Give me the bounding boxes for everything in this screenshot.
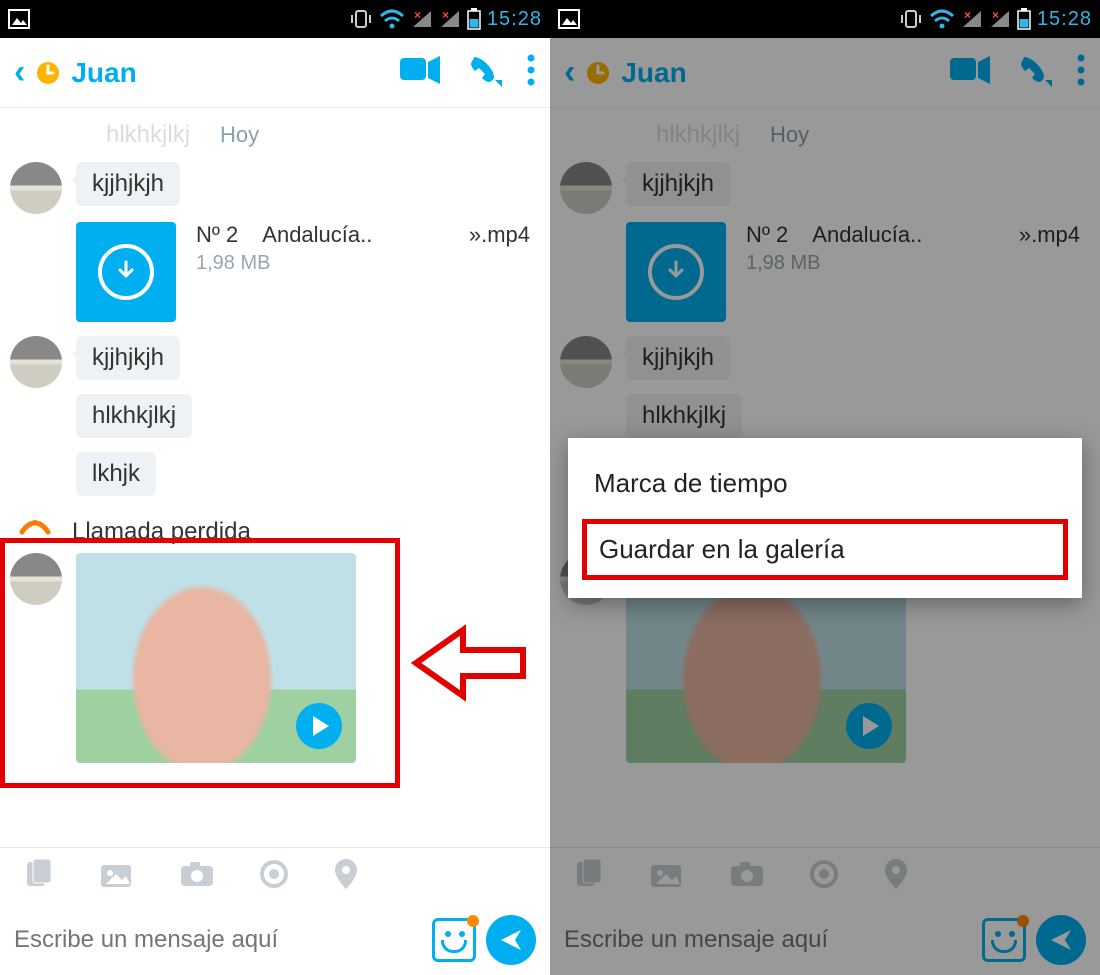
back-button[interactable]: ‹ [14,53,25,92]
voice-call-button[interactable] [468,53,502,92]
avatar[interactable] [10,336,62,388]
android-statusbar: × × 15:28 [0,0,550,38]
attach-camera-icon[interactable] [180,861,214,892]
missed-call-label: Llamada perdida [72,518,251,546]
download-button[interactable] [76,222,176,322]
message-bubble[interactable]: kjjhjkjh [76,336,180,380]
presence-away-icon [585,60,611,86]
message-bubble[interactable]: hlkhkjlkj [76,394,192,438]
wifi-icon [929,9,955,29]
attachment-bar [0,847,550,905]
video-message-thumb[interactable] [76,553,356,763]
vibrate-icon [899,8,923,30]
message-bubble[interactable]: kjjhjkjh [626,162,730,206]
play-icon[interactable] [846,703,892,749]
status-clock: 15:28 [487,8,542,31]
attach-gallery-icon[interactable] [650,860,684,893]
ghost-old-message: hlkhkjlkj [106,121,190,149]
message-input[interactable] [14,926,422,954]
avatar[interactable] [10,162,62,214]
attach-videomsg-icon[interactable] [260,860,288,893]
svg-text:×: × [964,9,971,22]
download-button[interactable] [626,222,726,322]
message-bubble[interactable]: hlkhkjlkj [626,394,742,438]
voice-call-button[interactable] [1018,53,1052,92]
message-input-bar [550,905,1100,975]
day-separator: Hoy [220,122,259,148]
contact-name[interactable]: Juan [71,57,136,89]
emoji-button[interactable] [982,918,1026,962]
overflow-menu-button[interactable] [526,53,536,92]
message-bubble[interactable]: lkhjk [76,452,156,496]
overflow-menu-button[interactable] [1076,53,1086,92]
menu-save-gallery[interactable]: Guardar en la galería [582,519,1068,580]
phone-right: × × 15:28 ‹ Juan hlkhkjlkj Hoy kjjhjkjh … [550,0,1100,975]
video-call-button[interactable] [950,56,990,89]
file-number: Nº 2 [196,222,238,248]
attach-camera-icon[interactable] [730,861,764,892]
emoji-button[interactable] [432,918,476,962]
missed-call-icon [18,516,52,547]
play-icon[interactable] [296,703,342,749]
attach-gallery-icon[interactable] [100,860,134,893]
attach-location-icon[interactable] [334,859,358,894]
ghost-old-message: hlkhkjlkj [656,121,740,149]
message-input[interactable] [564,926,972,954]
signal2-icon: × [439,9,461,29]
avatar[interactable] [560,162,612,214]
video-call-button[interactable] [400,56,440,89]
battery-icon [467,8,481,30]
message-bubble[interactable]: kjjhjkjh [76,162,180,206]
contact-name[interactable]: Juan [621,57,686,89]
battery-icon [1017,8,1031,30]
avatar[interactable] [10,553,62,605]
phone-left: × × 15:28 ‹ Juan hlkhkjlkj [0,0,550,975]
chat-toolbar: ‹ Juan [550,38,1100,108]
wifi-icon [379,9,405,29]
signal1-icon: × [961,9,983,29]
status-clock: 15:28 [1037,8,1092,31]
signal1-icon: × [411,9,433,29]
message-bubble[interactable]: kjjhjkjh [626,336,730,380]
svg-text:×: × [442,9,449,22]
attachment-bar [550,847,1100,905]
svg-text:×: × [992,9,999,22]
send-button[interactable] [486,915,536,965]
attach-file-icon[interactable] [24,859,54,894]
android-statusbar: × × 15:28 [550,0,1100,38]
file-attachment[interactable]: Nº 2 Andalucía.. ».mp4 1,98 MB [76,222,540,322]
message-input-bar [0,905,550,975]
file-name: Andalucía.. [262,222,372,248]
attach-location-icon[interactable] [884,859,908,894]
chat-toolbar: ‹ Juan [0,38,550,108]
svg-text:×: × [414,9,421,22]
attach-file-icon[interactable] [574,859,604,894]
presence-away-icon [35,60,61,86]
attach-videomsg-icon[interactable] [810,860,838,893]
chat-scroll[interactable]: hlkhkjlkj Hoy kjjhjkjh Nº 2 Andalucía.. … [0,108,550,847]
picture-notification-icon [558,9,580,29]
menu-timestamp[interactable]: Marca de tiempo [568,452,1082,515]
vibrate-icon [349,8,373,30]
send-button[interactable] [1036,915,1086,965]
signal2-icon: × [989,9,1011,29]
context-menu: Marca de tiempo Guardar en la galería [568,438,1082,598]
avatar[interactable] [560,336,612,388]
picture-notification-icon [8,9,30,29]
file-attachment[interactable]: Nº 2Andalucía..».mp4 1,98 MB [626,222,1090,322]
file-ext: ».mp4 [469,222,530,248]
back-button[interactable]: ‹ [564,53,575,92]
missed-call-row[interactable]: Llamada perdida [18,516,540,547]
file-size: 1,98 MB [196,252,540,275]
day-separator: Hoy [770,122,809,148]
